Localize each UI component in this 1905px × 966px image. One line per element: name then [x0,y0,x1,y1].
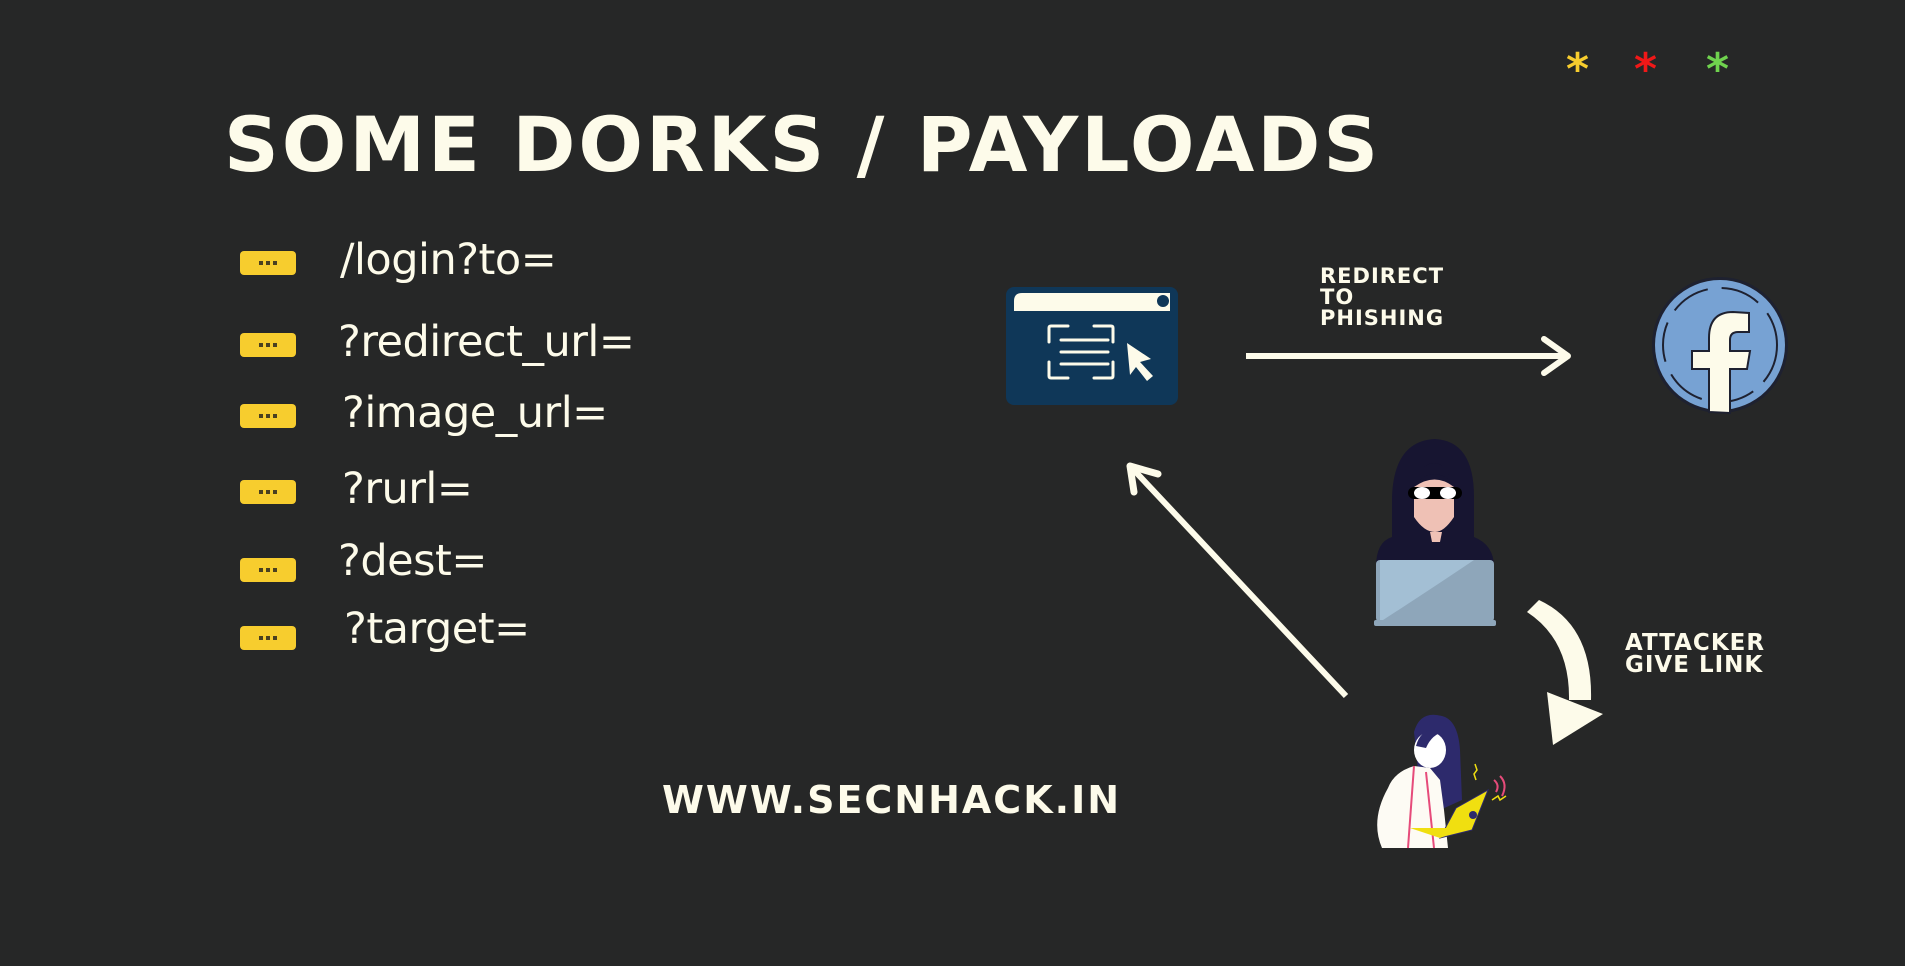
attacker-label-line: GIVE LINK [1625,652,1764,678]
yellow-asterisk-icon: * [1566,44,1590,95]
payload-text: /login?to= [340,235,557,285]
hacker-illustration [1374,439,1496,626]
green-asterisk-icon: * [1706,44,1730,95]
more-dots-icon [240,251,296,275]
page-title: SOME DORKS / PAYLOADS [224,100,1382,189]
attacker-label-line: ATTACKER [1625,630,1766,656]
redirect-arrow-icon [1246,336,1571,376]
more-dots-icon [240,558,296,582]
redirect-label-line: PHISHING [1320,306,1445,330]
facebook-icon [1652,277,1788,415]
redirect-label-line: TO [1320,285,1355,309]
site-url: WWW.SECNHACK.IN [662,778,1122,822]
more-dots-icon [240,333,296,357]
link-click-arrow-icon [1126,462,1349,699]
red-asterisk-icon: * [1634,44,1658,95]
attacker-label: ATTACKER GIVE LINK [1625,630,1766,678]
payload-text: ?redirect_url= [338,317,635,367]
curved-arrow-icon [1527,600,1603,745]
more-dots-icon [240,480,296,504]
more-dots-icon [240,626,296,650]
payload-text: ?image_url= [342,388,608,438]
redirect-label: REDIRECT TO PHISHING [1320,266,1444,329]
browser-window-icon [1006,287,1178,405]
payload-text: ?target= [344,604,530,654]
more-dots-icon [240,404,296,428]
redirect-label-line: REDIRECT [1320,264,1445,288]
payload-text: ?dest= [338,536,487,586]
victim-with-laptop-illustration [1377,714,1507,849]
payload-text: ?rurl= [342,464,473,514]
